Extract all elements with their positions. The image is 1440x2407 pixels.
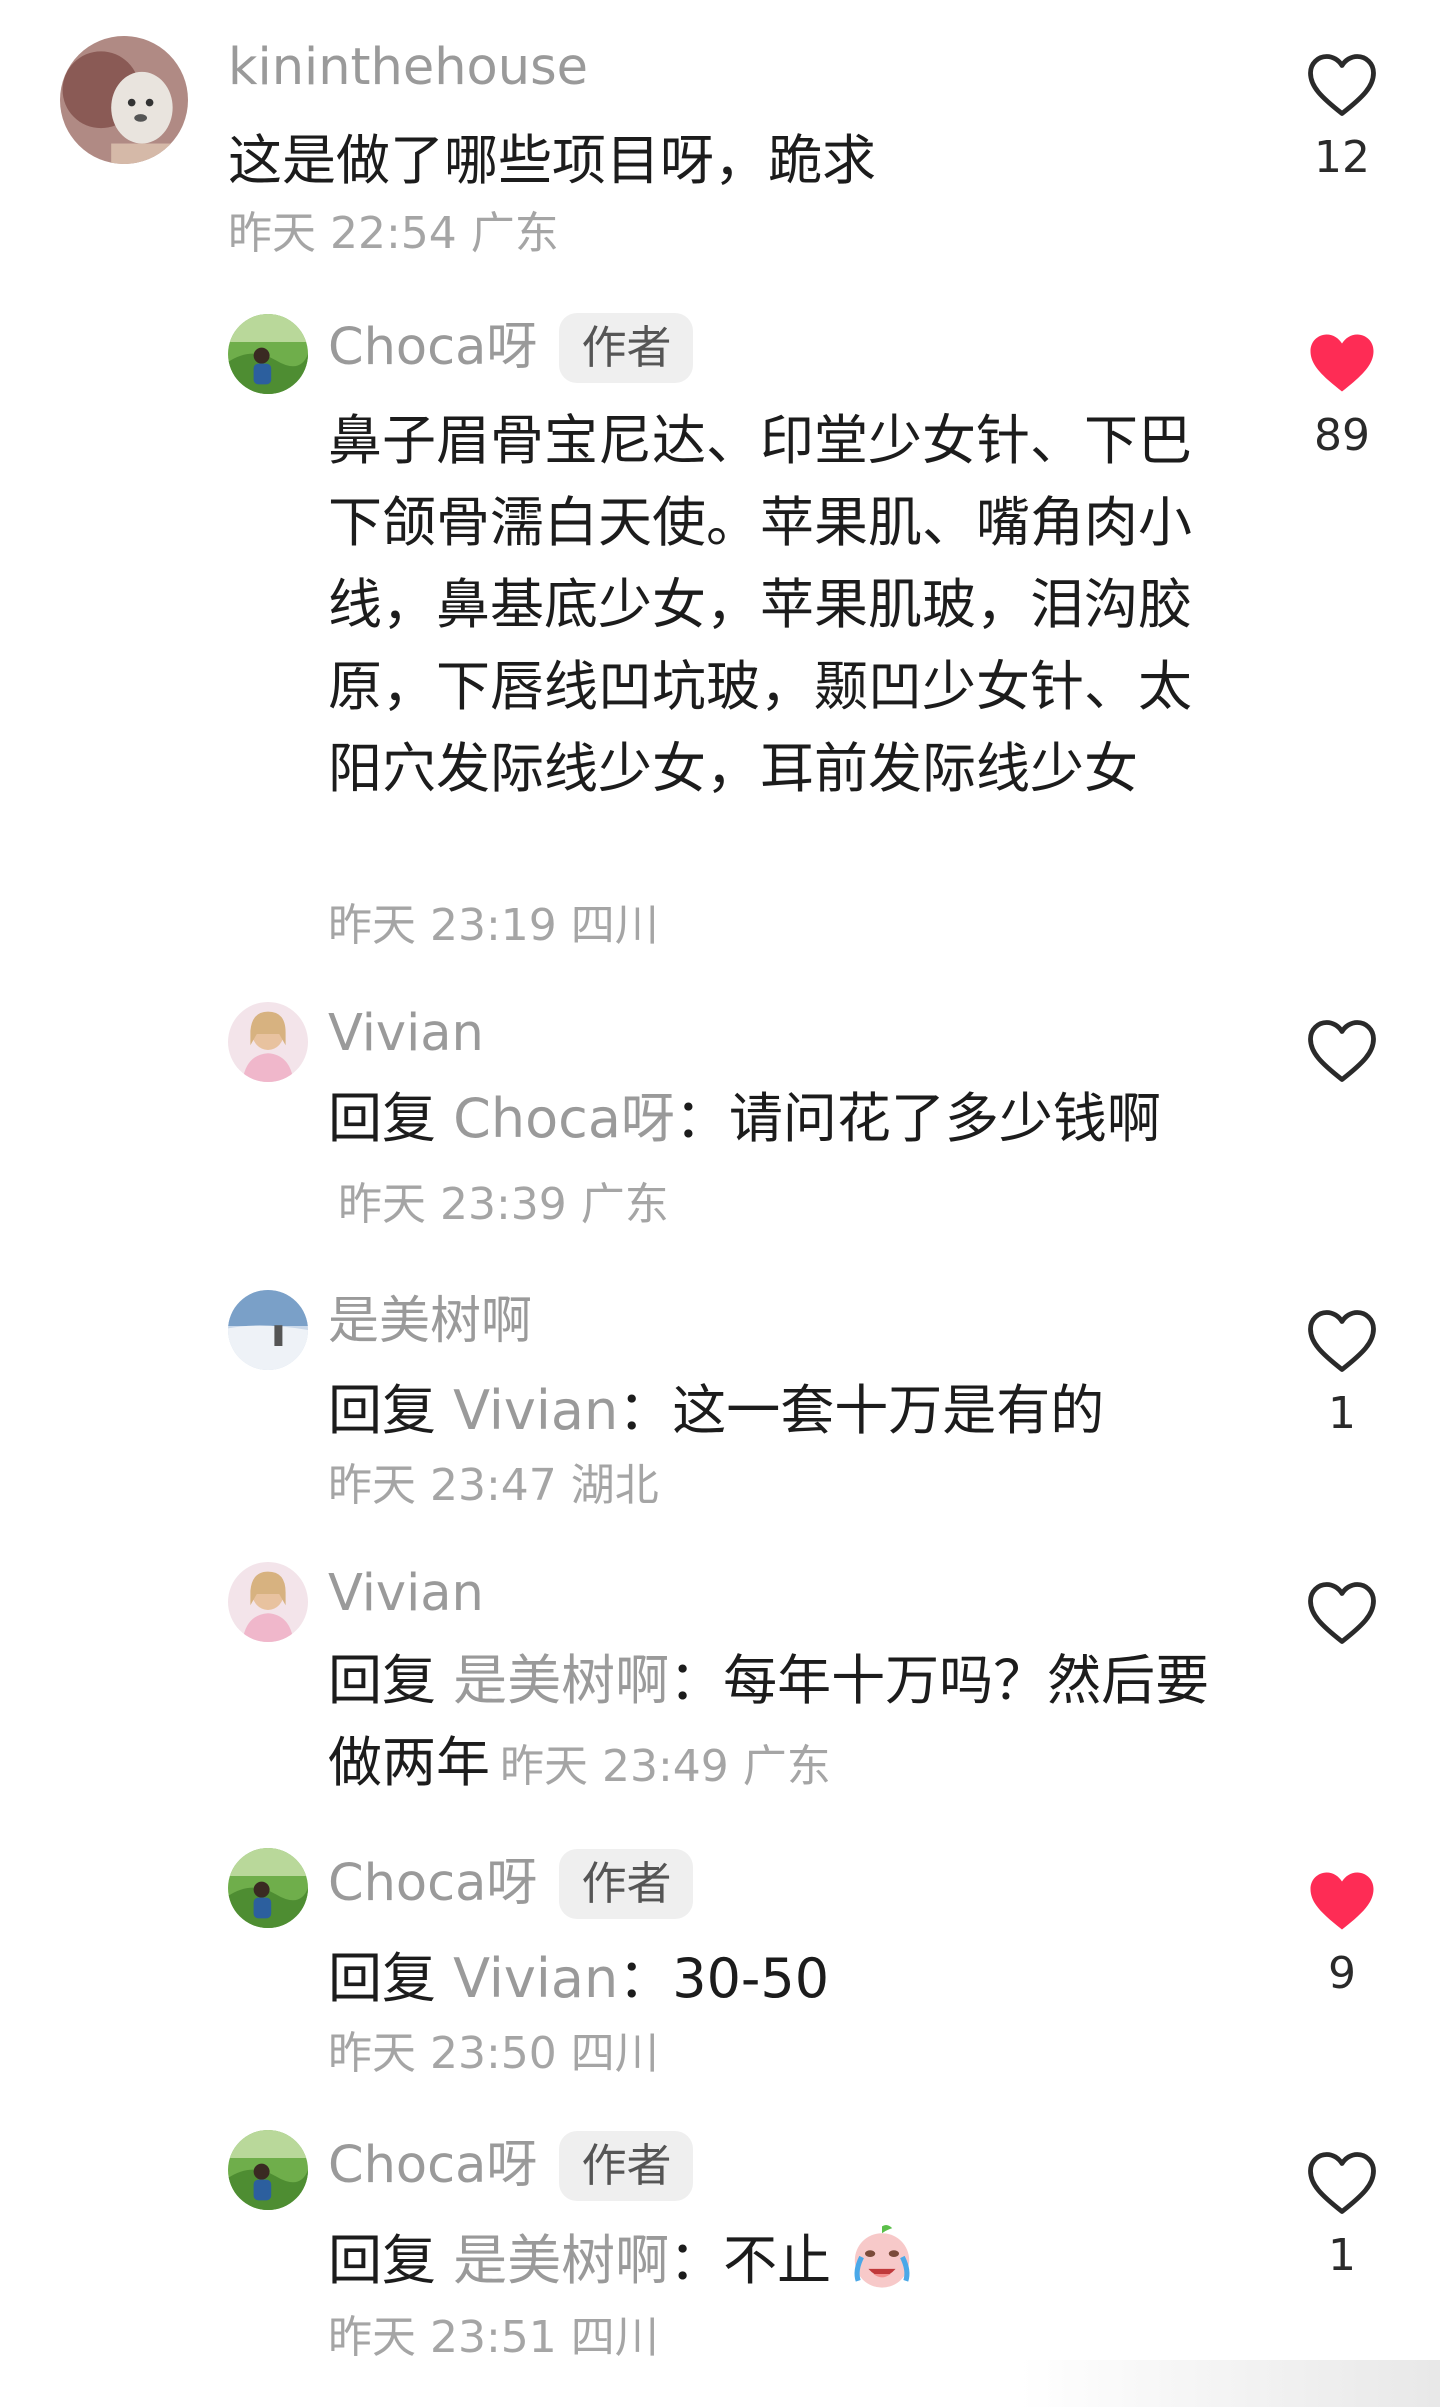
avatar[interactable] [228, 1290, 308, 1370]
like-button[interactable]: 9 [1300, 1868, 1384, 2000]
author-badge: 作者 [559, 1849, 694, 1919]
comment-text: 回复 Choca呀：请问花了多少钱啊昨天 23:39 广东 [328, 1078, 1228, 1246]
comment-content: 请问花了多少钱啊 [728, 1087, 1161, 1150]
dog-avatar-icon [60, 36, 188, 164]
comment-content: 不止 [723, 2229, 832, 2292]
reply-target-username[interactable]: 是美树啊 [453, 2229, 669, 2292]
outdoor-avatar-icon [228, 2130, 308, 2210]
comment-text: 回复 是美树啊：每年十万吗？然后要做两年 昨天 23:49 广东 [328, 1640, 1228, 1808]
reply-target-username[interactable]: Vivian [453, 1379, 618, 1442]
reply-target-username[interactable]: 是美树啊 [453, 1649, 669, 1712]
username[interactable]: Choca呀 [328, 1852, 537, 1916]
comment-time-location: 昨天 23:49 广东 [500, 1741, 831, 1792]
username[interactable]: kininthehouse [228, 36, 588, 100]
comment-time-location: 昨天 23:39 广东 [338, 1179, 669, 1230]
username[interactable]: Vivian [328, 1562, 484, 1626]
username-row: Choca呀 作者 [328, 2131, 694, 2201]
comment-text: 鼻子眉骨宝尼达、印堂少女针、下巴下颌骨濡白天使。苹果肌、嘴角肉小线，鼻基底少女，… [328, 400, 1208, 810]
username-row: Vivian [328, 1562, 484, 1626]
reply-colon: ： [669, 1649, 724, 1712]
comment-time-location: 昨天 23:50 四川 [328, 2028, 659, 2079]
heart-outline-icon [1308, 1310, 1376, 1372]
heart-outline-icon [1308, 54, 1376, 116]
comment-time-location: 昨天 23:51 四川 [328, 2312, 659, 2363]
sky-avatar-icon [228, 1290, 308, 1370]
comment-text: 回复 Vivian：30-50 [328, 1938, 1228, 2020]
reply-label: 回复 [328, 1087, 436, 1150]
like-button[interactable]: 89 [1300, 330, 1384, 462]
reply-colon: ： [669, 2229, 724, 2292]
comment-time-location: 昨天 23:19 四川 [328, 900, 659, 951]
bottom-gradient [1020, 2360, 1440, 2407]
comment-text: 回复 Vivian：这一套十万是有的 [328, 1370, 1228, 1452]
like-button[interactable]: 12 [1300, 52, 1384, 184]
username-row: kininthehouse [228, 36, 588, 100]
avatar[interactable] [228, 1562, 308, 1642]
like-count [1300, 1098, 1384, 1150]
reply-target-username[interactable]: Choca呀 [453, 1087, 675, 1150]
username[interactable]: Choca呀 [328, 2134, 537, 2198]
avatar[interactable] [228, 2130, 308, 2210]
reply-colon: ： [674, 1087, 729, 1150]
username-row: Choca呀 作者 [328, 1849, 694, 1919]
crying-laughing-emoji-icon [848, 2223, 916, 2291]
like-count [1300, 1660, 1384, 1712]
comment-content: 鼻子眉骨宝尼达、印堂少女针、下巴下颌骨濡白天使。苹果肌、嘴角肉小线，鼻基底少女，… [328, 409, 1192, 800]
like-count: 1 [1328, 1388, 1356, 1439]
comment-text: 这是做了哪些项目呀，跪求 [228, 120, 1228, 202]
like-count: 89 [1314, 410, 1370, 461]
avatar[interactable] [228, 314, 308, 394]
reply-label: 回复 [328, 1947, 436, 2010]
portrait-avatar-icon [228, 1562, 308, 1642]
avatar[interactable] [228, 1848, 308, 1928]
heart-filled-icon [1310, 1872, 1374, 1930]
comment-time-location: 昨天 23:47 湖北 [328, 1460, 659, 1511]
like-button[interactable]: 1 [1300, 1308, 1384, 1440]
author-badge: 作者 [559, 313, 694, 383]
like-button[interactable] [1300, 1580, 1384, 1712]
heart-outline-icon [1308, 2152, 1376, 2214]
like-count: 1 [1328, 2230, 1356, 2281]
comment-content: 这是做了哪些项目呀，跪求 [228, 129, 876, 192]
username[interactable]: Choca呀 [328, 316, 537, 380]
like-button[interactable] [1300, 1018, 1384, 1150]
comment-content: 30-50 [672, 1947, 830, 2010]
username[interactable]: 是美树啊 [328, 1290, 532, 1354]
reply-label: 回复 [328, 1649, 436, 1712]
avatar[interactable] [60, 36, 188, 164]
reply-label: 回复 [328, 2229, 436, 2292]
comment-time-location: 昨天 22:54 广东 [228, 208, 559, 259]
username-row: Choca呀 作者 [328, 313, 694, 383]
reply-colon: ： [618, 1379, 673, 1442]
comment-content: 这一套十万是有的 [672, 1379, 1105, 1442]
heart-outline-icon [1308, 1582, 1376, 1644]
username-row: Vivian [328, 1002, 484, 1066]
reply-label: 回复 [328, 1379, 436, 1442]
outdoor-avatar-icon [228, 1848, 308, 1928]
like-button[interactable]: 1 [1300, 2150, 1384, 2282]
portrait-avatar-icon [228, 1002, 308, 1082]
author-badge: 作者 [559, 2131, 694, 2201]
reply-colon: ： [618, 1947, 673, 2010]
outdoor-avatar-icon [228, 314, 308, 394]
username-row: 是美树啊 [328, 1290, 532, 1354]
heart-outline-icon [1308, 1020, 1376, 1082]
username[interactable]: Vivian [328, 1002, 484, 1066]
like-count: 9 [1328, 1948, 1356, 1999]
comment-text: 回复 是美树啊：不止 [328, 2220, 1228, 2302]
avatar[interactable] [228, 1002, 308, 1082]
reply-target-username[interactable]: Vivian [453, 1947, 618, 2010]
like-count: 12 [1314, 132, 1370, 183]
heart-filled-icon [1310, 334, 1374, 392]
